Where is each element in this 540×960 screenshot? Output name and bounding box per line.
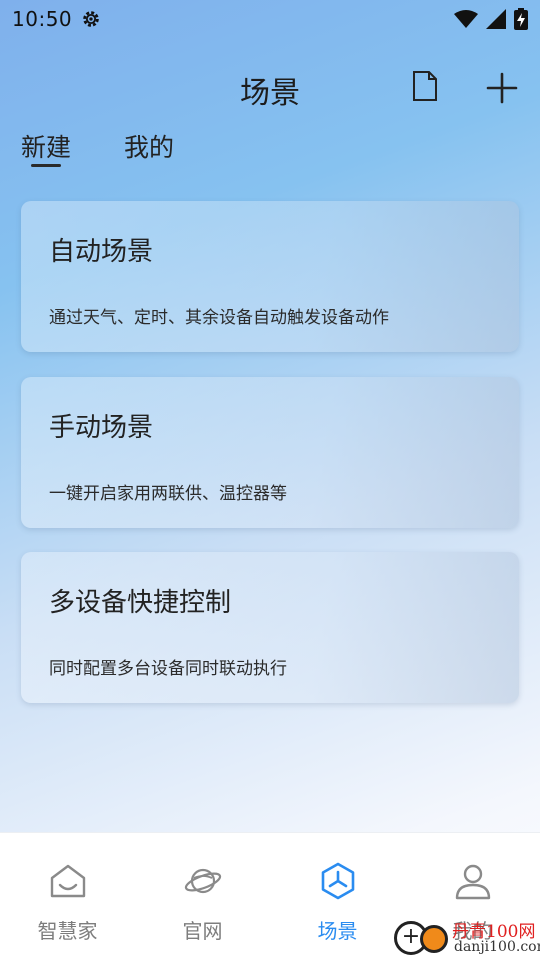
scene-icon xyxy=(321,862,354,900)
scene-card-multi-device[interactable]: 多设备快捷控制 同时配置多台设备同时联动执行 xyxy=(21,552,519,703)
nav-item-website[interactable]: 官网 xyxy=(135,833,270,960)
tab-new[interactable]: 新建 xyxy=(21,128,71,164)
watermark-url: danji100.com xyxy=(454,939,540,955)
page-title: 场景 xyxy=(240,76,300,111)
header: 场景 xyxy=(0,60,540,116)
nav-item-smart-home[interactable]: 智慧家 xyxy=(0,833,135,960)
nav-label: 场景 xyxy=(317,919,358,943)
wifi-icon xyxy=(454,10,478,28)
nav-label: 官网 xyxy=(182,919,223,943)
nav-label: 智慧家 xyxy=(37,919,98,943)
document-icon[interactable] xyxy=(412,70,438,102)
signal-icon xyxy=(486,9,506,29)
card-title: 自动场景 xyxy=(49,237,154,267)
card-description: 同时配置多台设备同时联动执行 xyxy=(49,659,287,679)
card-title: 多设备快捷控制 xyxy=(49,588,232,618)
card-description: 一键开启家用两联供、温控器等 xyxy=(49,484,287,504)
planet-icon xyxy=(184,868,221,894)
watermark-orange-icon xyxy=(420,925,448,953)
nav-item-scene[interactable]: 场景 xyxy=(270,833,405,960)
active-tab-indicator xyxy=(31,164,61,167)
tab-bar: 新建 我的 xyxy=(0,128,540,174)
user-icon xyxy=(455,864,490,900)
tab-mine[interactable]: 我的 xyxy=(124,128,174,164)
settings-gear-icon xyxy=(83,11,99,27)
card-title: 手动场景 xyxy=(49,413,154,443)
battery-icon xyxy=(514,8,528,30)
status-bar: 10:50 xyxy=(0,0,540,38)
status-icons xyxy=(454,8,528,30)
add-icon[interactable] xyxy=(486,72,518,104)
scene-card-auto[interactable]: 自动场景 通过天气、定时、其余设备自动触发设备动作 xyxy=(21,201,519,352)
home-icon xyxy=(50,864,85,898)
watermark: + 丹青100网 danji100.com xyxy=(390,915,540,960)
scene-card-manual[interactable]: 手动场景 一键开启家用两联供、温控器等 xyxy=(21,377,519,528)
card-description: 通过天气、定时、其余设备自动触发设备动作 xyxy=(49,308,389,328)
status-time: 10:50 xyxy=(12,7,73,31)
